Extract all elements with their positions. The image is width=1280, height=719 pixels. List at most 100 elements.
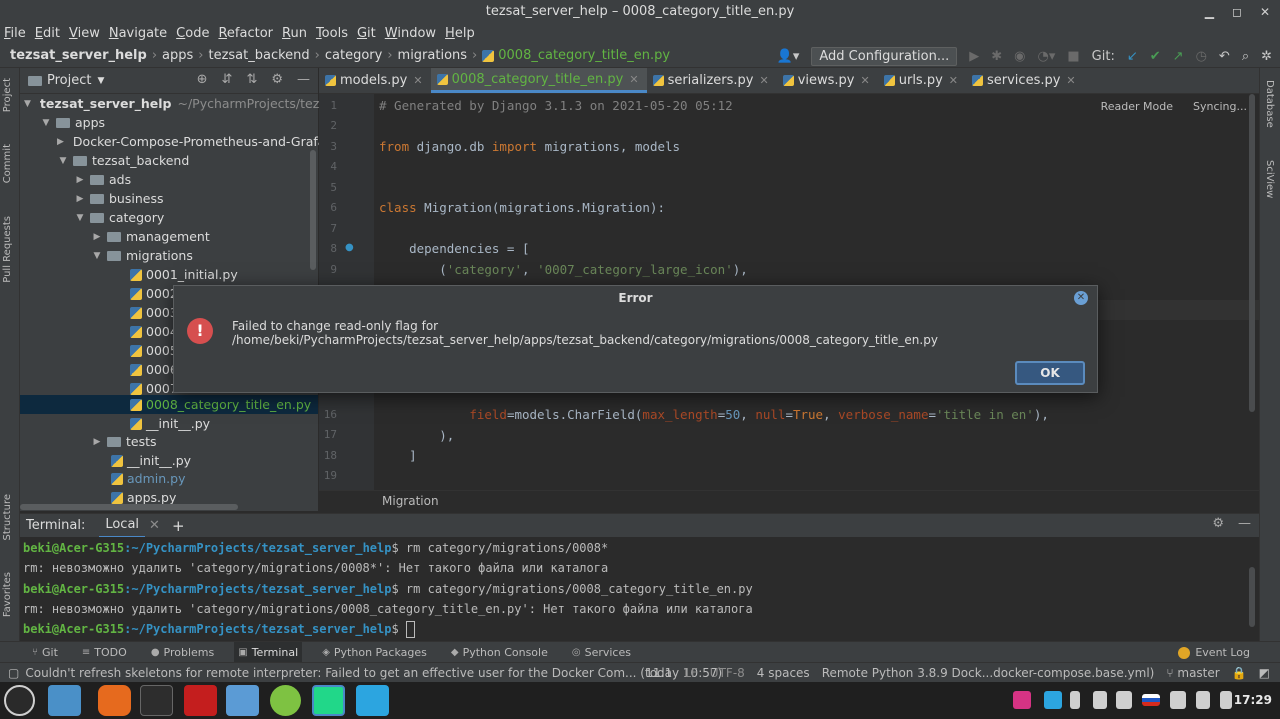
menu-edit[interactable]: Edit: [35, 26, 60, 41]
close-icon[interactable]: ✕: [760, 74, 769, 87]
minimize-icon[interactable]: ▁: [1205, 5, 1214, 19]
telegram-app-icon[interactable]: [356, 685, 389, 716]
tree-item-apps[interactable]: ▼ apps: [20, 113, 318, 132]
keyboard-layout-icon[interactable]: [1142, 694, 1160, 706]
tree-item-ads[interactable]: ▶ ads: [20, 170, 318, 189]
tree-item-tezsat-backend[interactable]: ▼ tezsat_backend: [20, 151, 318, 170]
profile-icon[interactable]: ◔▾: [1038, 49, 1056, 64]
tab-serializers[interactable]: serializers.py ✕: [647, 68, 777, 93]
tree-item-tests[interactable]: ▶ tests: [20, 432, 318, 451]
git-push-icon[interactable]: ↗: [1173, 49, 1184, 64]
tree-item-root[interactable]: ▼ tezsat_server_help ~/PycharmProjects/t…: [20, 94, 338, 113]
firefox-app-icon[interactable]: [98, 685, 131, 716]
tool-tab-git[interactable]: ⑂ Git: [28, 642, 62, 663]
tray-telegram-icon[interactable]: [1044, 691, 1062, 709]
tab-views[interactable]: views.py ✕: [777, 68, 878, 93]
close-window-icon[interactable]: ✕: [1260, 5, 1270, 19]
git-commit-icon[interactable]: ✔: [1150, 49, 1161, 64]
crumb-apps[interactable]: apps: [162, 48, 193, 63]
tree-item-file[interactable]: 0001_initial.py: [20, 265, 318, 284]
tool-tab-problems[interactable]: ● Problems: [147, 642, 218, 663]
tree-item-migrations[interactable]: ▼ migrations: [20, 246, 318, 265]
tree-item-category[interactable]: ▼ category: [20, 208, 318, 227]
interpreter-selector[interactable]: Remote Python 3.8.9 Dock...docker-compos…: [822, 666, 1155, 680]
tool-tab-services[interactable]: ◎ Services: [568, 642, 635, 663]
file-encoding[interactable]: UTF-8: [710, 666, 745, 680]
project-hscrollbar[interactable]: [20, 504, 238, 510]
tree-item-business[interactable]: ▶ business: [20, 189, 318, 208]
git-update-icon[interactable]: ↙: [1127, 49, 1138, 64]
tray-app-icon[interactable]: [1013, 691, 1031, 709]
terminal-app-icon[interactable]: [140, 685, 173, 716]
menu-view[interactable]: View: [69, 26, 100, 41]
tab-urls[interactable]: urls.py ✕: [878, 68, 966, 93]
project-panel-title[interactable]: Project: [47, 73, 91, 88]
start-menu-icon[interactable]: [4, 685, 35, 716]
status-message[interactable]: Couldn't refresh skeletons for remote in…: [25, 666, 722, 680]
chevron-down-icon[interactable]: ▼: [57, 156, 69, 166]
tool-tab-terminal[interactable]: ▣ Terminal: [234, 641, 303, 663]
indent-setting[interactable]: 4 spaces: [757, 666, 810, 680]
volume-icon[interactable]: [1196, 691, 1210, 709]
crumb-file[interactable]: 0008_category_title_en.py: [498, 48, 670, 63]
crumb-tezsat-backend[interactable]: tezsat_backend: [208, 48, 309, 63]
maximize-icon[interactable]: ◻: [1232, 5, 1242, 19]
tree-item-selected-file[interactable]: 0008_category_title_en.py: [20, 395, 318, 414]
tree-item-file[interactable]: admin.py: [20, 469, 318, 488]
debug-icon[interactable]: ✱: [991, 49, 1002, 64]
line-separator[interactable]: LF: [684, 666, 698, 680]
chevron-right-icon[interactable]: ▶: [91, 232, 103, 242]
close-icon[interactable]: ✕: [1066, 74, 1075, 87]
coverage-icon[interactable]: ◉: [1014, 49, 1025, 64]
menu-help[interactable]: Help: [445, 26, 475, 41]
add-terminal-icon[interactable]: +: [172, 517, 185, 535]
pycharm-app-icon[interactable]: [312, 685, 345, 716]
close-icon[interactable]: ✕: [949, 74, 958, 87]
close-icon[interactable]: ✕: [861, 74, 870, 87]
event-log-button[interactable]: Event Log: [1178, 642, 1250, 663]
locate-icon[interactable]: ⊕: [197, 72, 208, 87]
add-configuration-button[interactable]: Add Configuration...: [811, 46, 958, 66]
git-branch[interactable]: ⑂ master: [1166, 666, 1219, 680]
close-icon[interactable]: ✕: [1074, 291, 1088, 305]
chevron-down-icon[interactable]: ▼: [40, 118, 52, 128]
folder-app-icon[interactable]: [226, 685, 259, 716]
stop-icon[interactable]: ■: [1067, 49, 1079, 64]
crumb-category[interactable]: category: [325, 48, 382, 63]
collapse-all-icon[interactable]: ⇅: [246, 72, 257, 87]
tree-item-file[interactable]: __init__.py: [20, 414, 318, 433]
chevron-down-icon[interactable]: ▼: [74, 213, 86, 223]
chevron-right-icon[interactable]: ▶: [91, 437, 103, 447]
favorites-tool-tab[interactable]: Favorites: [2, 572, 13, 617]
menu-file[interactable]: File: [4, 26, 26, 41]
red-app-icon[interactable]: [184, 685, 217, 716]
gear-icon[interactable]: ⚙: [1212, 516, 1224, 531]
tree-item-docker-compose[interactable]: ▶ Docker-Compose-Prometheus-and-Grafa: [20, 132, 325, 151]
bluetooth-icon[interactable]: [1070, 691, 1080, 709]
ok-button[interactable]: OK: [1015, 361, 1085, 385]
terminal-scrollbar[interactable]: [1249, 567, 1255, 627]
project-scrollbar[interactable]: [310, 150, 316, 270]
structure-tool-tab[interactable]: Structure: [2, 494, 13, 541]
tab-services[interactable]: services.py ✕: [966, 68, 1084, 93]
close-icon[interactable]: ✕: [629, 73, 638, 86]
history-icon[interactable]: ◷: [1196, 49, 1207, 64]
chevron-down-icon[interactable]: ▼: [91, 251, 103, 261]
menu-tools[interactable]: Tools: [316, 26, 348, 41]
override-marker-icon[interactable]: ●: [345, 242, 354, 253]
project-tool-tab[interactable]: Project: [2, 78, 13, 112]
tool-tab-python-console[interactable]: ◆ Python Console: [447, 642, 552, 663]
clipboard-icon[interactable]: [1093, 691, 1107, 709]
memory-icon[interactable]: ◩: [1259, 666, 1270, 680]
calculator-app-icon[interactable]: [270, 685, 301, 716]
user-icon[interactable]: 👤▾: [777, 49, 800, 64]
close-icon[interactable]: ✕: [413, 74, 422, 87]
settings-icon[interactable]: ✲: [1261, 49, 1272, 64]
menu-run[interactable]: Run: [282, 26, 307, 41]
gear-icon[interactable]: ⚙: [271, 72, 283, 87]
hide-icon[interactable]: —: [297, 72, 310, 87]
lock-icon[interactable]: 🔒: [1232, 666, 1247, 680]
battery-icon[interactable]: [1220, 691, 1232, 709]
clock[interactable]: 17:29: [1234, 682, 1272, 719]
expand-all-icon[interactable]: ⇵: [222, 72, 233, 87]
